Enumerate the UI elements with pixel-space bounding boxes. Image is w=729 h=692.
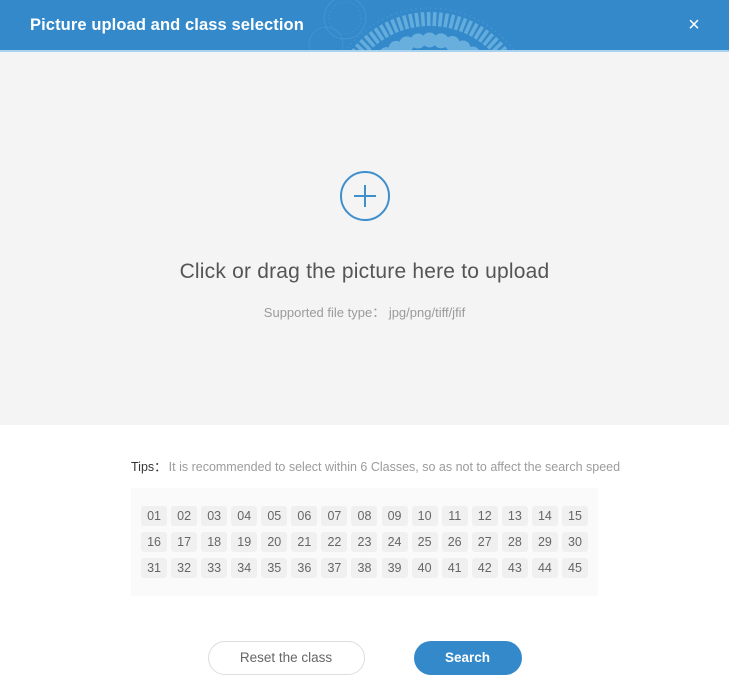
class-chip-44[interactable]: 44: [531, 558, 558, 578]
plus-circle-icon: [339, 171, 390, 221]
class-chip-18[interactable]: 18: [201, 532, 228, 552]
class-chip-19[interactable]: 19: [231, 532, 258, 552]
class-chip-03[interactable]: 03: [201, 506, 228, 526]
class-chip-15[interactable]: 15: [561, 506, 588, 526]
class-chip-20[interactable]: 20: [261, 532, 288, 552]
class-chip-23[interactable]: 23: [351, 532, 378, 552]
class-chip-27[interactable]: 27: [471, 532, 498, 552]
class-chip-01[interactable]: 01: [141, 506, 168, 526]
class-chip-10[interactable]: 10: [411, 506, 438, 526]
upload-dropzone[interactable]: Click or drag the picture here to upload…: [0, 52, 729, 425]
class-chip-22[interactable]: 22: [321, 532, 348, 552]
class-chip-35[interactable]: 35: [261, 558, 288, 578]
class-chip-26[interactable]: 26: [441, 532, 468, 552]
class-chip-16[interactable]: 16: [141, 532, 168, 552]
class-chip-43[interactable]: 43: [501, 558, 528, 578]
class-chip-32[interactable]: 32: [171, 558, 198, 578]
class-chip-33[interactable]: 33: [201, 558, 228, 578]
class-chip-39[interactable]: 39: [381, 558, 408, 578]
class-chip-04[interactable]: 04: [231, 506, 258, 526]
search-button[interactable]: Search: [413, 641, 522, 675]
class-chip-11[interactable]: 11: [441, 506, 468, 526]
upload-prompt-text: Click or drag the picture here to upload: [179, 260, 550, 283]
class-chip-40[interactable]: 40: [411, 558, 438, 578]
reset-class-button[interactable]: Reset the class: [207, 641, 365, 675]
class-chip-30[interactable]: 30: [561, 532, 588, 552]
class-chip-05[interactable]: 05: [261, 506, 288, 526]
dialog-header: Picture upload and class selection ×: [0, 0, 729, 50]
class-chip-06[interactable]: 06: [291, 506, 318, 526]
class-chip-08[interactable]: 08: [351, 506, 378, 526]
tips-text: It is recommended to select within 6 Cla…: [168, 460, 621, 474]
class-chip-07[interactable]: 07: [321, 506, 348, 526]
tips-row: Tips： It is recommended to select within …: [131, 456, 729, 475]
class-chip-36[interactable]: 36: [291, 558, 318, 578]
class-chip-12[interactable]: 12: [471, 506, 498, 526]
class-chip-41[interactable]: 41: [441, 558, 468, 578]
class-chip-31[interactable]: 31: [141, 558, 168, 578]
tips-label: Tips：: [131, 460, 167, 474]
class-grid-panel: 01 02 03 04 05 06 07 08 09 10 11 12 13 14 15 16 17 18 19 20…: [131, 488, 598, 596]
class-chip-28[interactable]: 28: [501, 532, 528, 552]
class-chip-21[interactable]: 21: [291, 532, 318, 552]
class-chip-29[interactable]: 29: [531, 532, 558, 552]
class-selection-section: Tips： It is recommended to select within …: [0, 456, 729, 675]
class-chip-34[interactable]: 34: [231, 558, 258, 578]
class-chip-25[interactable]: 25: [411, 532, 438, 552]
class-chip-37[interactable]: 37: [321, 558, 348, 578]
class-chip-38[interactable]: 38: [351, 558, 378, 578]
class-chip-17[interactable]: 17: [171, 532, 198, 552]
action-button-row: Reset the class Search: [0, 641, 729, 675]
class-chip-13[interactable]: 13: [501, 506, 528, 526]
class-chip-45[interactable]: 45: [561, 558, 588, 578]
upload-filetype-text: Supported file type： jpg/png/tiff/jfif: [263, 305, 466, 320]
class-chip-24[interactable]: 24: [381, 532, 408, 552]
close-icon[interactable]: ×: [677, 0, 711, 50]
class-chip-02[interactable]: 02: [171, 506, 198, 526]
class-chip-09[interactable]: 09: [381, 506, 408, 526]
class-chip-14[interactable]: 14: [531, 506, 558, 526]
class-grid: 01 02 03 04 05 06 07 08 09 10 11 12 13 14 15 16 17 18 19 20…: [131, 506, 598, 578]
class-chip-42[interactable]: 42: [471, 558, 498, 578]
page-title: Picture upload and class selection: [30, 16, 304, 34]
